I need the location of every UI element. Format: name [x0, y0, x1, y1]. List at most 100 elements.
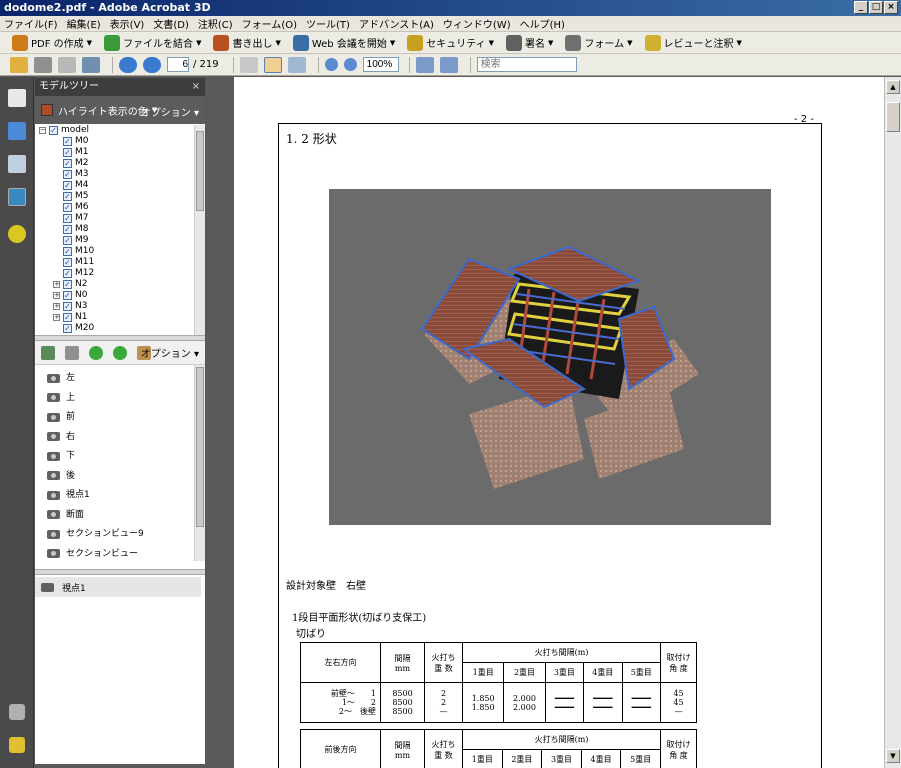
visibility-checkbox[interactable]: ✓	[63, 291, 72, 300]
toolbar-button[interactable]: レビューと注釈 ▼	[644, 34, 742, 51]
chevron-down-icon[interactable]: ▼	[627, 39, 632, 47]
visibility-checkbox[interactable]: ✓	[63, 313, 72, 322]
pane-divider[interactable]	[206, 77, 234, 768]
email-icon[interactable]	[82, 56, 100, 73]
toolbar-button[interactable]: ファイルを結合 ▼	[104, 34, 201, 51]
tree-item[interactable]: − ✓ model	[35, 125, 195, 136]
menu-item[interactable]: ヘルプ(H)	[520, 16, 565, 31]
tree-item[interactable]: ✓ M1	[35, 147, 195, 158]
delete-icon[interactable]	[65, 345, 79, 360]
menu-item[interactable]: ウィンドウ(W)	[443, 16, 511, 31]
view-item[interactable]: 断面	[47, 508, 84, 522]
pages-icon[interactable]	[8, 89, 26, 107]
tree-item[interactable]: ✓ M8	[35, 224, 195, 235]
views-options-menu[interactable]: オプション ▾	[141, 345, 199, 360]
close-button[interactable]: ×	[884, 1, 898, 14]
tree-item[interactable]: ✓ M12	[35, 268, 195, 279]
search-input[interactable]	[476, 57, 577, 72]
chevron-down-icon[interactable]: ▼	[275, 39, 280, 47]
next-page-icon[interactable]	[143, 56, 161, 73]
menu-item[interactable]: フォーム(O)	[242, 16, 297, 31]
visibility-checkbox[interactable]: ✓	[49, 126, 58, 135]
visibility-checkbox[interactable]: ✓	[63, 192, 72, 201]
tree-item[interactable]: ✓ M3	[35, 169, 195, 180]
signatures-icon[interactable]	[8, 155, 26, 173]
view-item[interactable]: 視点1	[47, 488, 90, 502]
3d-model-viewport[interactable]	[329, 189, 771, 525]
chevron-down-icon[interactable]: ▼	[489, 39, 494, 47]
visibility-checkbox[interactable]: ✓	[63, 181, 72, 190]
visibility-checkbox[interactable]: ✓	[63, 236, 72, 245]
tree-item[interactable]: ✓ M6	[35, 202, 195, 213]
select-tool-icon[interactable]	[239, 56, 258, 73]
tree-item[interactable]: ✓ M4	[35, 180, 195, 191]
toolbar-button[interactable]: 署名 ▼	[506, 34, 553, 51]
page-number-input[interactable]	[167, 57, 189, 72]
toolbar-button[interactable]: セキュリティ ▼	[407, 34, 494, 51]
expander-icon[interactable]: +	[53, 281, 60, 288]
previous-page-icon[interactable]	[119, 56, 137, 73]
view-item[interactable]: 下	[47, 449, 75, 463]
visibility-checkbox[interactable]: ✓	[63, 225, 72, 234]
view-item[interactable]: 左	[47, 371, 75, 385]
scroll-down-icon[interactable]: ▼	[886, 749, 900, 763]
menu-item[interactable]: ファイル(F)	[4, 16, 58, 31]
toolbar-button[interactable]: 書き出し ▼	[213, 34, 281, 51]
minimize-button[interactable]: _	[854, 1, 868, 14]
chevron-down-icon[interactable]: ▼	[737, 39, 742, 47]
menu-item[interactable]: ツール(T)	[306, 16, 350, 31]
zoom-tool-icon[interactable]	[287, 56, 306, 73]
scrollbar-thumb[interactable]	[886, 102, 900, 132]
visibility-checkbox[interactable]: ✓	[63, 148, 72, 157]
highlight-color-swatch[interactable]	[41, 104, 53, 116]
view-item[interactable]: 後	[47, 469, 75, 483]
next-view-icon[interactable]	[113, 345, 127, 360]
scrollbar-thumb[interactable]	[196, 367, 204, 527]
menu-item[interactable]: 文書(D)	[153, 16, 189, 31]
visibility-checkbox[interactable]: ✓	[63, 159, 72, 168]
pane-splitter[interactable]	[35, 569, 205, 575]
close-panel-icon[interactable]: ×	[192, 78, 200, 96]
menu-item[interactable]: 注釈(C)	[198, 16, 233, 31]
view-item[interactable]: 右	[47, 430, 75, 444]
expander-icon[interactable]: +	[53, 292, 60, 299]
tree-item[interactable]: ✓ M7	[35, 213, 195, 224]
tree-item[interactable]: ✓ M2	[35, 158, 195, 169]
previous-view-icon[interactable]	[89, 345, 103, 360]
save-icon[interactable]	[58, 56, 76, 73]
zoom-out-icon[interactable]	[324, 58, 338, 71]
tree-item[interactable]: ✓ M9	[35, 235, 195, 246]
tree-item[interactable]: ✓ M5	[35, 191, 195, 202]
scrollbar-thumb[interactable]	[196, 131, 204, 211]
tree-item[interactable]: + ✓ N1	[35, 312, 195, 323]
menu-item[interactable]: 編集(E)	[67, 16, 101, 31]
tree-scrollbar[interactable]	[194, 125, 205, 335]
options-menu[interactable]: オプション ▾	[141, 104, 199, 119]
toolbar-button[interactable]: PDF の作成 ▼	[12, 34, 92, 51]
visibility-checkbox[interactable]: ✓	[63, 170, 72, 179]
tree-item[interactable]: + ✓ N3	[35, 301, 195, 312]
tree-item[interactable]: ✓ M20	[35, 323, 195, 334]
visibility-checkbox[interactable]: ✓	[63, 203, 72, 212]
full-screen-icon[interactable]	[439, 56, 458, 73]
chevron-down-icon[interactable]: ▼	[87, 39, 92, 47]
tree-item[interactable]: + ✓ N0	[35, 290, 195, 301]
print-icon[interactable]	[34, 56, 52, 73]
toolbar-button[interactable]: Web 会議を開始 ▼	[292, 34, 395, 51]
visibility-checkbox[interactable]: ✓	[63, 302, 72, 311]
visibility-checkbox[interactable]: ✓	[63, 269, 72, 278]
camera-icon[interactable]	[41, 345, 55, 360]
visibility-checkbox[interactable]: ✓	[63, 258, 72, 267]
model-tree-icon[interactable]	[8, 188, 26, 206]
tree-item[interactable]: ✓ M10	[35, 246, 195, 257]
visibility-checkbox[interactable]: ✓	[63, 280, 72, 289]
help-icon[interactable]	[8, 225, 26, 243]
chevron-down-icon[interactable]: ▼	[196, 39, 201, 47]
fit-page-icon[interactable]	[415, 56, 434, 73]
tree-item[interactable]: + ✓ N2	[35, 279, 195, 290]
tree-item[interactable]: ✓ M0	[35, 136, 195, 147]
visibility-checkbox[interactable]: ✓	[63, 137, 72, 146]
selected-view-row[interactable]: 視点1	[35, 577, 201, 597]
view-item[interactable]: 上	[47, 391, 75, 405]
visibility-checkbox[interactable]: ✓	[63, 247, 72, 256]
